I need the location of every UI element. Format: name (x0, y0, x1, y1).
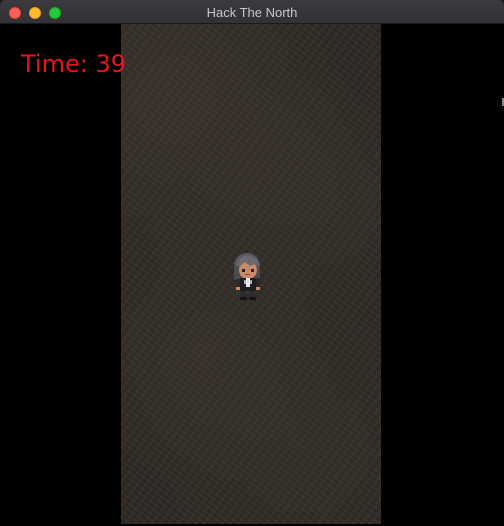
window-title: Hack The North (206, 5, 298, 20)
game-canvas[interactable]: Time: 39 (0, 24, 504, 526)
timer-display: Time: 39 (21, 50, 126, 78)
title-bar[interactable]: Hack The North (0, 0, 504, 24)
player-character (234, 253, 260, 300)
game-window: Hack The North Time: 39 (0, 0, 504, 526)
